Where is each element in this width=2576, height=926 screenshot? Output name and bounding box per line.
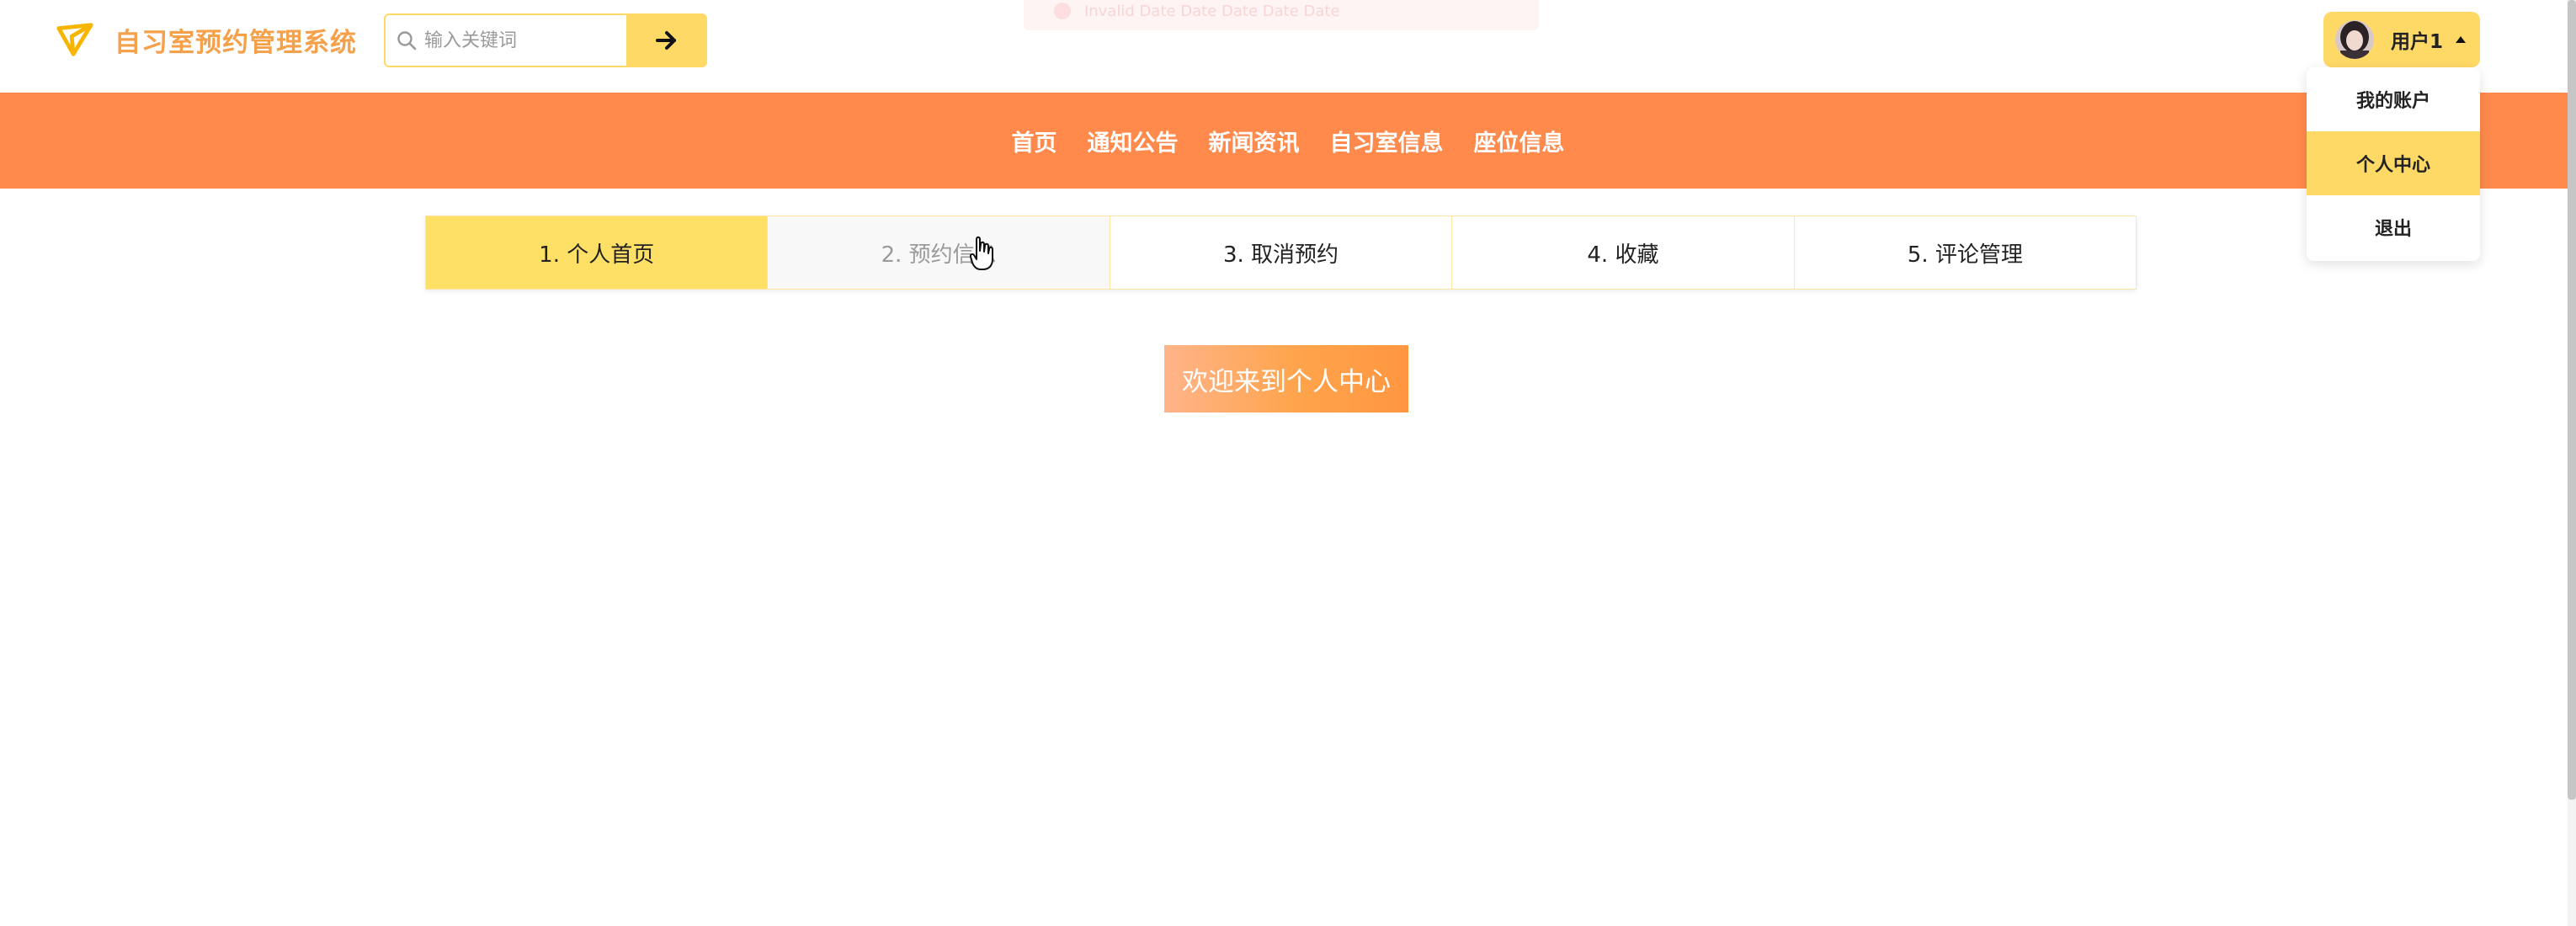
search-box[interactable] — [384, 13, 626, 67]
app-title: 自习室预约管理系统 — [114, 27, 357, 58]
welcome-banner: 欢迎来到个人中心 — [1164, 345, 1408, 412]
nav-links: 首页 通知公告 新闻资讯 自习室信息 座位信息 — [997, 125, 1580, 157]
avatar — [2335, 20, 2374, 59]
menu-item-logout[interactable]: 退出 — [2307, 195, 2480, 259]
tab-cancel-reservation[interactable]: 3. 取消预约 — [1110, 216, 1453, 290]
menu-item-my-account[interactable]: 我的账户 — [2307, 67, 2480, 131]
scrollbar-thumb[interactable] — [2568, 0, 2576, 800]
header: 自习室预约管理系统 Invalid Date Date Date Date Da… — [0, 0, 2576, 93]
nav-link-notices[interactable]: 通知公告 — [1072, 125, 1194, 157]
search-bar — [384, 13, 707, 67]
nav-link-seats[interactable]: 座位信息 — [1459, 125, 1580, 157]
profile-tabs: 1. 个人首页 2. 预约信息 3. 取消预约 4. 收藏 5. 评论管理 — [425, 216, 2137, 290]
page: 自习室预约管理系统 Invalid Date Date Date Date Da… — [0, 0, 2576, 926]
tab-personal-home[interactable]: 1. 个人首页 — [425, 216, 769, 290]
arrow-right-icon — [656, 31, 676, 50]
caret-up-icon — [2456, 36, 2467, 43]
nav-link-study-rooms[interactable]: 自习室信息 — [1315, 125, 1459, 157]
fading-toast: Invalid Date Date Date Date Date — [1024, 0, 1539, 30]
brand[interactable]: 自习室预约管理系统 — [56, 19, 357, 61]
main-nav: 首页 通知公告 新闻资讯 自习室信息 座位信息 — [0, 93, 2576, 189]
search-submit-button[interactable] — [626, 13, 707, 67]
user-dropdown-menu: 我的账户 个人中心 退出 — [2307, 67, 2480, 261]
user-name: 用户1 — [2391, 31, 2444, 53]
toast-icon — [1054, 3, 1071, 19]
menu-item-personal-center[interactable]: 个人中心 — [2307, 131, 2480, 195]
hand-cursor-icon — [970, 236, 993, 270]
toast-text: Invalid Date Date Date Date Date — [1084, 2, 1340, 20]
nav-link-home[interactable]: 首页 — [997, 125, 1072, 157]
tab-favorites[interactable]: 4. 收藏 — [1452, 216, 1795, 290]
paper-plane-icon — [56, 23, 93, 56]
search-input[interactable] — [424, 24, 623, 57]
nav-link-news[interactable]: 新闻资讯 — [1194, 125, 1315, 157]
tab-reservations[interactable]: 2. 预约信息 — [768, 216, 1110, 290]
tab-comments[interactable]: 5. 评论管理 — [1794, 216, 2137, 290]
user-menu-button[interactable]: 用户1 — [2323, 12, 2480, 67]
search-icon — [397, 31, 417, 51]
